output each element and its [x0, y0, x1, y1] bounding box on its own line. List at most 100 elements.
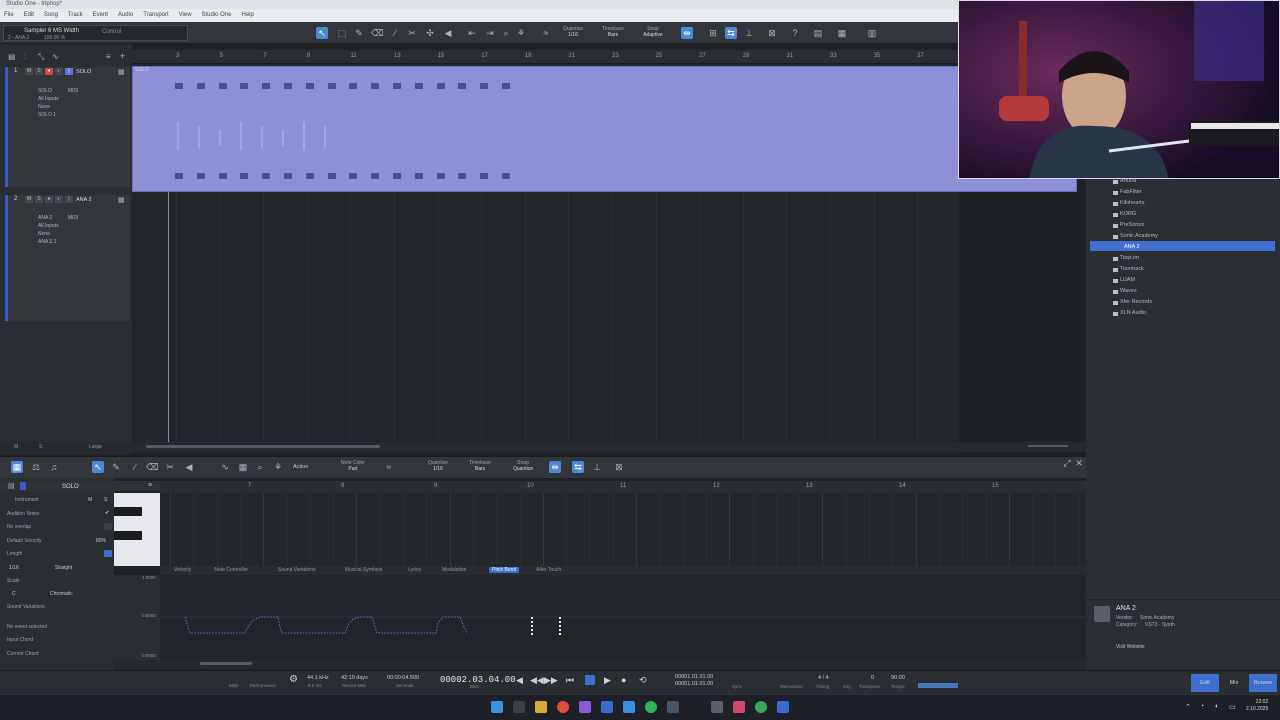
- instrument-row[interactable]: Instrument: [15, 497, 39, 503]
- track-size-select[interactable]: Large: [89, 444, 102, 450]
- browser-item-toontrack[interactable]: Toontrack: [1120, 266, 1144, 272]
- note-grid[interactable]: [160, 493, 1086, 566]
- loop-start[interactable]: 00001.01.01.00: [675, 674, 713, 680]
- grid-toggle-icon[interactable]: ⊞: [707, 27, 719, 39]
- note-marker[interactable]: [218, 173, 227, 179]
- note-marker[interactable]: [240, 83, 249, 89]
- autoscroll-icon[interactable]: ⇆: [725, 27, 737, 39]
- ctrl-tab-note-controller[interactable]: Note Controller: [214, 567, 248, 573]
- browse-view-button[interactable]: Browse: [1249, 674, 1277, 692]
- tray-chevron-icon[interactable]: ⌃: [1185, 703, 1191, 711]
- arrow-tool-icon[interactable]: ↖: [316, 27, 328, 39]
- mute-button[interactable]: M: [25, 68, 33, 75]
- ctrl-tab-musical-symbols[interactable]: Musical Symbols: [345, 567, 383, 573]
- default-velocity-value[interactable]: 80%: [96, 538, 106, 544]
- editor-ruler[interactable]: 7 8 9 10 11 12 13 14 15: [160, 481, 1086, 493]
- add-track-icon[interactable]: +: [120, 51, 125, 61]
- browser-selection[interactable]: [1090, 241, 1275, 251]
- note-marker[interactable]: [393, 173, 401, 179]
- length-value[interactable]: 1/16: [9, 565, 19, 571]
- track-output[interactable]: None: [38, 104, 50, 110]
- seconds-value[interactable]: 00:00:04.500: [387, 675, 419, 681]
- audio-settings-icon[interactable]: ⚙: [289, 674, 298, 685]
- browser-item-arturia[interactable]: Arturia: [1120, 178, 1136, 184]
- track-name[interactable]: SOLO: [76, 69, 91, 75]
- battery-icon[interactable]: ▭: [1229, 703, 1236, 711]
- show-automation-icon[interactable]: ⫶: [24, 52, 26, 62]
- play-icon[interactable]: ▶: [604, 675, 611, 686]
- editor-tab-icon[interactable]: ▦: [11, 461, 23, 473]
- status-m[interactable]: M: [14, 444, 18, 450]
- note-marker[interactable]: [502, 83, 510, 89]
- menu-audio[interactable]: Audio: [114, 9, 137, 18]
- editor-autoscroll-icon[interactable]: ⇆: [572, 461, 584, 473]
- note-marker[interactable]: [284, 173, 292, 179]
- key-label[interactable]: Key: [843, 684, 851, 689]
- editor-paint-icon[interactable]: ∕: [129, 461, 141, 473]
- length-lock-icon[interactable]: [104, 550, 112, 557]
- editor-eraser-icon[interactable]: ⌫: [146, 461, 159, 473]
- instrument-selector[interactable]: Sampler 6 MS Width 2 - ANA 2 100.00 % Co…: [3, 25, 188, 41]
- track-input[interactable]: All Inputs: [38, 223, 59, 229]
- transpose-value[interactable]: 0: [871, 675, 874, 681]
- editor-mic-icon[interactable]: ♫: [48, 461, 60, 473]
- time-signature[interactable]: 4 / 4: [818, 675, 829, 681]
- note-marker[interactable]: [218, 83, 227, 89]
- solo-button[interactable]: S: [35, 68, 43, 75]
- inspector-icon[interactable]: ▤: [812, 27, 824, 39]
- track-channel[interactable]: SOLO 1: [38, 112, 56, 118]
- note-marker[interactable]: [175, 173, 183, 179]
- editor-follow-icon[interactable]: ⊥: [591, 461, 603, 473]
- solo-button[interactable]: S: [35, 196, 43, 203]
- editor-h-scrollbar[interactable]: [200, 662, 252, 665]
- paint-tool-icon[interactable]: ∕: [389, 27, 401, 39]
- playhead-cursor[interactable]: [168, 192, 169, 442]
- browser-item-taqs.im[interactable]: Taqs.im: [1120, 255, 1139, 261]
- range-tool-icon[interactable]: ⬚: [336, 27, 348, 39]
- editor-listen-icon[interactable]: ◀: [183, 461, 195, 473]
- app2-icon[interactable]: [733, 701, 745, 713]
- snap-end-icon[interactable]: ⇥: [484, 27, 496, 39]
- pitch-bend-lane[interactable]: [160, 575, 1086, 660]
- end-icon[interactable]: ⏮: [566, 675, 574, 686]
- pencil-tool-icon[interactable]: ✎: [353, 27, 365, 39]
- record-arm-button[interactable]: ●: [45, 196, 53, 203]
- note-marker[interactable]: [393, 83, 401, 89]
- tempo-value[interactable]: 90.00: [891, 675, 905, 681]
- whatsapp-icon[interactable]: [755, 701, 767, 713]
- console-icon[interactable]: ▦: [836, 27, 848, 39]
- note-marker[interactable]: [458, 173, 467, 179]
- spotify-icon[interactable]: [645, 701, 657, 713]
- instrument-s[interactable]: S: [104, 497, 107, 503]
- editor-pencil-icon[interactable]: ✎: [110, 461, 122, 473]
- note-marker[interactable]: [327, 173, 336, 179]
- timebase-control[interactable]: Timebase Bars: [598, 26, 628, 38]
- editor-curve-icon[interactable]: ∿: [219, 461, 231, 473]
- browser-item-xfer-records[interactable]: Xfer Records: [1120, 299, 1152, 305]
- browser-item-sonic-academy[interactable]: Sonic Academy: [1120, 233, 1158, 239]
- expand-icon[interactable]: ⤡: [38, 52, 44, 62]
- note-marker[interactable]: [436, 83, 445, 89]
- input-button[interactable]: |: [65, 68, 73, 75]
- note-marker[interactable]: [371, 173, 380, 179]
- search-icon[interactable]: [513, 701, 525, 713]
- volume-icon[interactable]: ◐: [1215, 703, 1219, 710]
- note-marker[interactable]: [349, 173, 358, 179]
- browser-item-korg[interactable]: KORG: [1120, 211, 1136, 217]
- monitor-button[interactable]: ◐: [55, 196, 63, 203]
- note-marker[interactable]: [349, 83, 358, 89]
- editor-quantize-control[interactable]: Quantize 1/16: [425, 460, 451, 472]
- editor-grid-icon[interactable]: ▦: [237, 461, 249, 473]
- zoom-icon[interactable]: ⌕: [500, 27, 512, 39]
- help-icon[interactable]: ?: [789, 27, 801, 39]
- note-color-control[interactable]: Note Color Part: [336, 460, 370, 472]
- iq-icon[interactable]: ≈: [540, 27, 552, 39]
- black-key[interactable]: [114, 531, 142, 540]
- edit-view-button[interactable]: Edit: [1191, 674, 1219, 692]
- start-icon[interactable]: [491, 701, 503, 713]
- capcut-icon[interactable]: [711, 701, 723, 713]
- track-output[interactable]: None: [38, 231, 50, 237]
- note-marker[interactable]: [327, 83, 336, 89]
- mute-button[interactable]: M: [25, 196, 33, 203]
- scale-key[interactable]: C: [12, 591, 16, 597]
